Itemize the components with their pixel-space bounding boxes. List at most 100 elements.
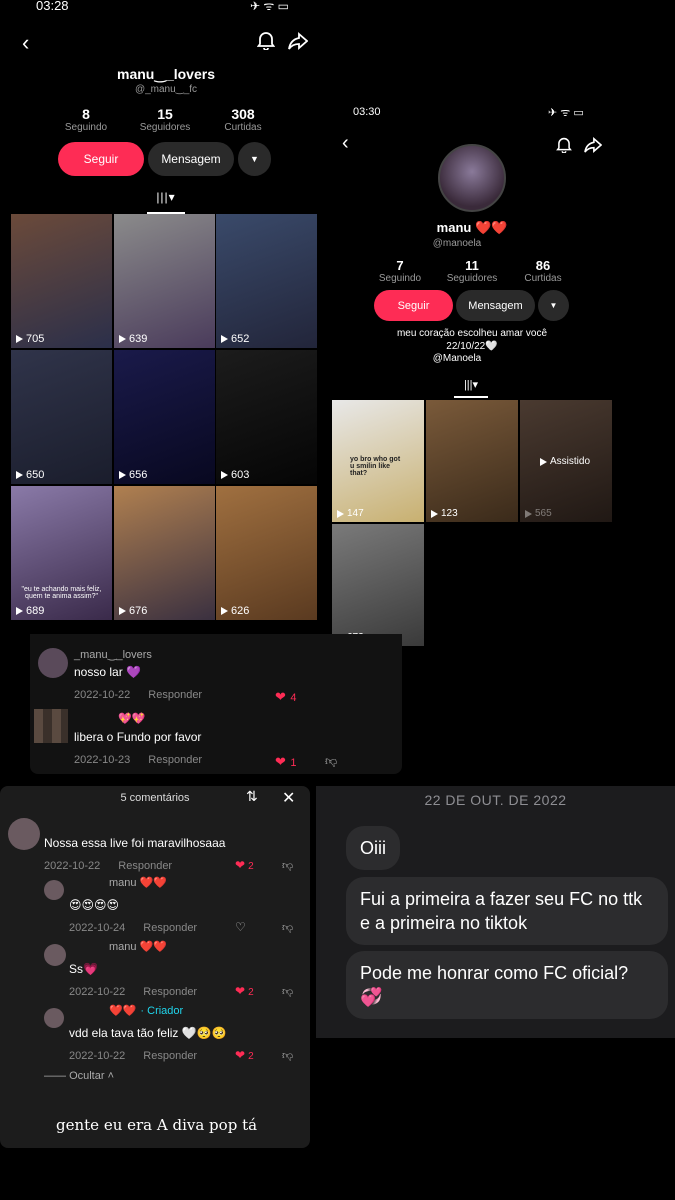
reply-button[interactable]: Responder	[148, 689, 202, 701]
share-icon[interactable]	[584, 137, 603, 158]
view-count: 676	[119, 605, 147, 617]
like-heart-icon[interactable]: ❤ 2	[235, 858, 254, 872]
stat-likes[interactable]: 86 Curtidas	[515, 258, 571, 284]
view-count: 652	[221, 333, 249, 345]
comment-author[interactable]: 💖💖	[118, 712, 145, 725]
reply-button[interactable]: Responder	[148, 754, 202, 766]
video-thumbnail[interactable]: 676	[114, 486, 215, 620]
view-count: 639	[119, 333, 147, 345]
dislike-icon[interactable]: 👎︎	[282, 921, 293, 934]
reply-button[interactable]: Responder	[143, 1050, 197, 1062]
commenter-avatar[interactable]	[34, 709, 68, 743]
share-icon[interactable]	[288, 32, 309, 55]
view-count-number: 650	[26, 469, 45, 481]
message-button[interactable]: Mensagem	[456, 290, 535, 321]
video-thumbnail[interactable]: 672	[332, 524, 424, 646]
like-heart-icon[interactable]: ♡	[235, 920, 249, 934]
back-chevron-icon[interactable]: ‹	[22, 30, 29, 56]
commenter-avatar[interactable]	[8, 818, 40, 850]
play-icon	[119, 607, 126, 615]
play-icon	[337, 509, 344, 518]
stat-followers[interactable]: 11 Seguidores	[442, 258, 502, 284]
like-heart-icon[interactable]: ❤ 2	[235, 1048, 254, 1062]
comment-author[interactable]: manu ❤️❤️	[109, 940, 167, 953]
message-bubble[interactable]: Pode me honrar como FC oficial? 💞	[346, 951, 668, 1019]
dislike-icon[interactable]: 👎︎	[282, 985, 293, 998]
message-button[interactable]: Mensagem	[148, 142, 234, 176]
video-thumbnail[interactable]: 652	[216, 214, 317, 348]
dislike-icon[interactable]: 👎︎	[282, 859, 293, 872]
stat-following[interactable]: 8 Seguindo	[56, 106, 116, 133]
grid-tab-icon[interactable]: |||▾	[454, 378, 488, 398]
bell-icon[interactable]	[256, 30, 276, 55]
message-bubble[interactable]: Fui a primeira a fazer seu FC no ttk e a…	[346, 877, 668, 945]
follow-button[interactable]: Seguir	[374, 290, 453, 321]
view-count: 689	[16, 605, 44, 617]
caret-down-icon: ▼	[250, 154, 259, 164]
stat-likes[interactable]: 308 Curtidas	[213, 106, 273, 133]
video-thumbnail[interactable]: Assistido 565	[520, 400, 612, 522]
view-count: 656	[119, 469, 147, 481]
like-count: 4	[290, 692, 297, 704]
comment-date: 2022-10-22	[69, 986, 126, 998]
play-icon	[221, 335, 228, 343]
comment-author[interactable]: _manu‿_lovers	[74, 648, 152, 661]
heart-glyph: ❤	[235, 984, 246, 998]
creator-badge: · Criador	[140, 1005, 184, 1017]
sort-icon[interactable]: ⇅	[246, 788, 258, 805]
play-icon	[119, 471, 126, 479]
dislike-icon[interactable]: 👎︎	[282, 1049, 293, 1062]
reply-button[interactable]: Responder	[143, 986, 197, 998]
hide-replies-button[interactable]: —— Ocultar ˄	[44, 1070, 114, 1082]
profile-bio-line3: @Manoela	[432, 353, 482, 364]
video-thumbnail[interactable]: 656	[114, 350, 215, 484]
status-time: 03:28	[36, 0, 69, 13]
comment-text: vdd ela tava tão feliz 🤍🥺🥺	[69, 1026, 227, 1040]
like-heart-icon[interactable]: ❤ 1	[275, 753, 296, 771]
view-count-number: 123	[441, 508, 458, 519]
commenter-avatar[interactable]	[44, 944, 66, 966]
video-thumbnail[interactable]: 123	[426, 400, 518, 522]
commenter-avatar[interactable]	[38, 648, 68, 678]
stat-followers[interactable]: 15 Seguidores	[134, 106, 196, 133]
grid-tab-icon[interactable]: |||▾	[147, 190, 185, 214]
comment-author-name: manu ❤️❤️	[109, 877, 167, 889]
avatar	[438, 144, 506, 212]
comment-text: Nossa essa live foi maravilhosaaa	[44, 836, 226, 850]
heart-glyph: ❤	[235, 858, 246, 872]
comment-author[interactable]: ❤️❤️ · Criador	[109, 1004, 183, 1017]
video-thumbnail[interactable]: 650	[11, 350, 112, 484]
video-thumbnail[interactable]: 626	[216, 486, 317, 620]
like-heart-icon[interactable]: ❤ 2	[235, 984, 254, 998]
follow-button[interactable]: Seguir	[58, 142, 144, 176]
video-thumbnail[interactable]: 705	[11, 214, 112, 348]
like-heart-icon[interactable]: ❤ 4	[275, 688, 296, 706]
close-icon[interactable]: ✕	[282, 788, 295, 808]
video-thumbnail[interactable]: "eu te achando mais feliz, quem te anima…	[11, 486, 112, 620]
video-thumbnail[interactable]: 639	[114, 214, 215, 348]
more-dropdown-button[interactable]: ▼	[238, 142, 271, 176]
commenter-avatar[interactable]	[44, 1008, 64, 1028]
bell-icon[interactable]	[556, 136, 572, 158]
comment-date: 2022-10-22	[69, 1050, 126, 1062]
dislike-icon[interactable]: 👎︎	[325, 754, 337, 769]
stat-following[interactable]: 7 Seguindo	[372, 258, 428, 284]
view-count: 565	[525, 508, 552, 519]
image-caption: gente eu era A diva pop tá	[56, 1116, 258, 1134]
dm-chat: 22 DE OUT. DE 2022 Oiii Fui a primeira a…	[316, 786, 675, 1038]
comment-author[interactable]: manu ❤️❤️	[109, 876, 167, 889]
comment-date: 2022-10-22	[44, 860, 101, 872]
commenter-avatar[interactable]	[44, 880, 64, 900]
message-bubble[interactable]: Oiii	[346, 826, 400, 870]
more-dropdown-button[interactable]: ▼	[538, 290, 569, 321]
comment-meta: 2022-10-23 Responder	[74, 754, 202, 766]
video-thumbnail[interactable]: 603	[216, 350, 317, 484]
reply-button[interactable]: Responder	[143, 922, 197, 934]
like-count: 2	[248, 861, 254, 872]
video-thumbnail[interactable]: yo bro who got u smilin like that? 147	[332, 400, 424, 522]
back-chevron-icon[interactable]: ‹	[342, 132, 349, 155]
profile-handle: @_manu‿_fc	[134, 84, 198, 95]
comment-meta: 2022-10-22 Responder	[69, 986, 197, 998]
status-time: 03:30	[353, 106, 381, 118]
reply-button[interactable]: Responder	[118, 860, 172, 872]
